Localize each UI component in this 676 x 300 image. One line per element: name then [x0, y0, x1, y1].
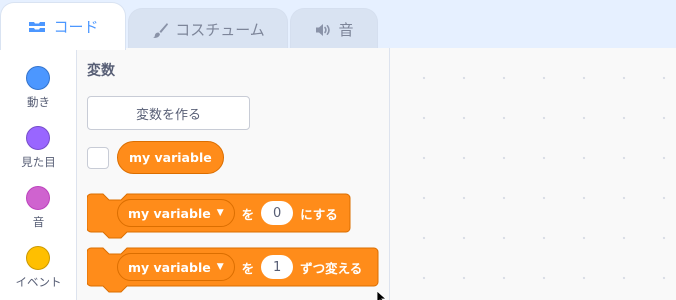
category-label: 見た目	[21, 155, 56, 169]
tab-costumes-label: コスチューム	[175, 21, 265, 39]
category-looks[interactable]: 見た目	[0, 116, 77, 174]
category-label: 音	[32, 215, 45, 229]
tab-costumes[interactable]: コスチューム	[128, 8, 288, 50]
set-variable-block-content: my variable ▼ を 0 にする	[87, 193, 351, 233]
variable-reporter-block[interactable]: my variable	[117, 141, 224, 174]
tab-sounds[interactable]: 音	[290, 8, 378, 50]
category-menu: 動き 見た目 音 イベント	[0, 48, 77, 300]
tab-code[interactable]: コード	[0, 2, 126, 50]
variable-dropdown-label: my variable	[128, 259, 211, 275]
variable-dropdown-label: my variable	[128, 205, 211, 221]
value-input[interactable]: 1	[261, 255, 294, 279]
script-workspace[interactable]	[390, 48, 676, 300]
editor-tab-bar: コード コスチューム 音	[0, 0, 676, 50]
variable-dropdown[interactable]: my variable ▼	[117, 199, 235, 227]
dropdown-caret-icon: ▼	[216, 262, 224, 272]
block-text: を	[241, 260, 255, 276]
block-text: ずつ変える	[300, 260, 363, 276]
looks-category-dot	[26, 126, 50, 150]
value-input[interactable]: 0	[261, 201, 294, 225]
set-variable-block[interactable]: my variable ▼ を 0 にする	[87, 193, 351, 245]
mouse-pointer-icon	[376, 288, 388, 300]
sound-category-dot	[26, 186, 50, 210]
make-variable-button[interactable]: 変数を作る	[87, 96, 250, 130]
variable-monitor-checkbox[interactable]	[87, 147, 109, 169]
block-palette: 変数 変数を作る my variable my variable ▼ を 0 に…	[77, 48, 390, 300]
category-events[interactable]: イベント	[0, 236, 77, 294]
tab-code-label: コード	[53, 18, 99, 36]
motion-category-dot	[26, 66, 50, 90]
events-category-dot	[26, 246, 50, 270]
category-label: 動き	[27, 95, 50, 109]
dropdown-caret-icon: ▼	[216, 208, 224, 218]
paintbrush-icon	[151, 21, 169, 39]
variable-dropdown[interactable]: my variable ▼	[117, 253, 235, 281]
category-motion[interactable]: 動き	[0, 56, 77, 114]
category-label: イベント	[15, 275, 62, 289]
change-variable-block-content: my variable ▼ を 1 ずつ変える	[87, 247, 379, 287]
category-sound[interactable]: 音	[0, 176, 77, 234]
block-text: にする	[300, 206, 338, 222]
block-text: を	[241, 206, 255, 222]
code-icon	[27, 19, 47, 35]
change-variable-block[interactable]: my variable ▼ を 1 ずつ変える	[87, 247, 379, 299]
speaker-icon	[314, 22, 332, 38]
tab-sounds-label: 音	[338, 21, 354, 39]
variables-section-title: 変数	[87, 63, 115, 79]
